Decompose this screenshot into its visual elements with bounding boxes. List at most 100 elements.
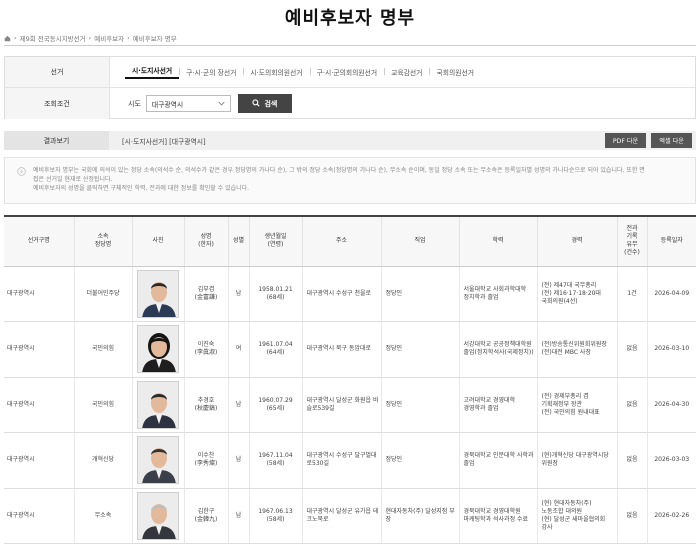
- table-row: 대구광역시 국민의힘 이진숙 (李眞淑) 여 1961.07.04 (64세) 대구광역시 북…: [4, 321, 696, 378]
- cell-address: 대구광역시 수성구 천을로: [301, 266, 381, 322]
- cell-education: 서강대학교 공공정책대학원 졸업(정치학석사(국제정치)): [458, 321, 537, 378]
- page-title: 예비후보자 명부: [284, 8, 416, 29]
- condition-label: 조회조건: [5, 88, 110, 119]
- chevron-down-icon: [218, 100, 225, 108]
- tab-superintendent[interactable]: 교육감선거: [384, 67, 429, 77]
- cell-gender: 남: [227, 377, 249, 433]
- search-icon: [252, 98, 261, 109]
- table-header-row: 선거구명 소속 정당명 사진 성명 (한자) 성별 생년월일 (연령) 주소 직업 학…: [4, 217, 696, 267]
- cell-reg-date: 2026-03-03: [646, 432, 696, 489]
- cell-address: 대구광역시 북구 동암대로: [301, 321, 381, 378]
- col-birth: 생년월일 (연령): [248, 217, 302, 267]
- cell-gender: 남: [227, 432, 249, 489]
- candidate-table: 선거구명 소속 정당명 사진 성명 (한자) 성별 생년월일 (연령) 주소 직업 학…: [4, 215, 696, 544]
- cell-job: 정당인: [380, 321, 459, 378]
- table-row: 대구광역시 무소속 김한구 (金韓九) 남 1967.06.13 (58세) 대구광역시 달성…: [4, 488, 696, 544]
- candidate-photo: [137, 325, 179, 374]
- cell-photo: [131, 432, 184, 489]
- cell-name[interactable]: 김부겸 (金富謙): [183, 266, 228, 322]
- candidate-photo: [137, 491, 179, 540]
- cell-party: 국민의힘: [73, 377, 132, 433]
- sido-label: 시도: [128, 99, 141, 108]
- candidate-photo: [137, 436, 179, 485]
- cell-district: 대구광역시: [4, 432, 74, 489]
- cell-job: 정당인: [380, 266, 459, 322]
- notice-text: 예비후보자의 성명을 클릭하면 구체적인 학력, 전과에 대한 정보를 확인할 …: [33, 185, 250, 192]
- col-party: 소속 정당명: [73, 217, 132, 267]
- candidate-name-link: 이수찬: [197, 452, 215, 460]
- cell-address: 대구광역시 수성구 달구벌대로530길: [301, 432, 381, 489]
- cell-criminal-record: 없음: [616, 377, 647, 433]
- candidate-name-link: 추경호: [197, 396, 215, 404]
- tab-sido-council[interactable]: 시·도의회의원선거: [243, 67, 309, 77]
- result-summary: [시·도지사선거] [대구광역시]: [122, 137, 206, 146]
- cell-education: 고려대학교 경영대학 경영학과 졸업: [458, 377, 537, 433]
- cell-reg-date: 2026-04-30: [646, 377, 696, 433]
- cell-party: 국민의힘: [73, 321, 132, 378]
- cell-photo: [131, 377, 184, 433]
- result-bar: 결과보기 [시·도지사선거] [대구광역시] PDF 다운 엑셀 다운: [4, 131, 696, 150]
- candidate-name-link: 김한구: [197, 507, 215, 515]
- notice-text: 접은 선거일 현재로 산정됩니다.: [33, 176, 113, 183]
- info-circle-icon: [17, 167, 26, 176]
- cell-criminal-record: 없음: [616, 488, 647, 544]
- sido-select[interactable]: 대구광역시: [145, 95, 231, 112]
- breadcrumb: › 제9회 전국동시지방선거 › 예비후보자 › 예비후보자 명부: [4, 33, 177, 43]
- cell-reg-date: 2026-02-26: [646, 488, 696, 544]
- cell-name[interactable]: 이수찬 (李秀燦): [183, 432, 228, 489]
- result-label: 결과보기: [4, 131, 109, 150]
- cell-gender: 여: [227, 321, 249, 378]
- table-row: 대구광역시 개혁신당 이수찬 (李秀燦) 남 1967.11.04 (58세) 대구광역시 수…: [4, 432, 696, 489]
- candidate-photo: [137, 269, 179, 318]
- notice-box: 예비후보자 명부는 국회에 의석이 있는 정당 소속(의석수 순, 의석수가 같…: [4, 157, 696, 204]
- cell-reg-date: 2026-03-10: [646, 321, 696, 378]
- election-tabs: 시·도지사선거 구·시·군의 장선거 시·도의회의원선거 구·시·군의회의원선거…: [125, 65, 481, 79]
- col-photo: 사진: [131, 217, 184, 267]
- cell-photo: [131, 266, 184, 322]
- cell-district: 대구광역시: [4, 488, 74, 544]
- tab-local-head[interactable]: 구·시·군의 장선거: [179, 67, 243, 77]
- cell-birth: 1958.01.21 (68세): [248, 266, 302, 322]
- cell-district: 대구광역시: [4, 321, 74, 378]
- cell-birth: 1967.06.13 (58세): [248, 488, 302, 544]
- cell-name[interactable]: 이진숙 (李眞淑): [183, 321, 228, 378]
- cell-job: 정당인: [380, 432, 459, 489]
- excel-download-button[interactable]: 엑셀 다운: [651, 133, 692, 148]
- pdf-download-button[interactable]: PDF 다운: [604, 133, 647, 148]
- col-address: 주소: [301, 217, 381, 267]
- cell-name[interactable]: 추경호 (秋慶鎬): [183, 377, 228, 433]
- tab-national-assembly[interactable]: 국회의원선거: [429, 67, 481, 77]
- col-criminal-record: 전과 기록 유무 (건수): [616, 217, 647, 267]
- cell-name[interactable]: 김한구 (金韓九): [183, 488, 228, 544]
- election-label: 선거: [5, 57, 110, 87]
- cell-career: (현)개혁신당 대구광역시당 위원장: [536, 432, 617, 489]
- table-row: 대구광역시 더불어민주당 김부겸 (金富謙) 남 1958.01.21 (68세) 대구광역시…: [4, 266, 696, 322]
- table-row: 대구광역시 국민의힘 추경호 (秋慶鎬) 남 1960.07.29 (65세) 대구광역시 달…: [4, 377, 696, 433]
- cell-district: 대구광역시: [4, 266, 74, 322]
- breadcrumb-item[interactable]: 예비후보자 명부: [133, 33, 177, 43]
- candidate-name-link: 이진숙: [197, 341, 215, 349]
- cell-education: 경북대학교 인문대학 사학과 졸업: [458, 432, 537, 489]
- cell-party: 무소속: [73, 488, 132, 544]
- home-icon[interactable]: [4, 35, 11, 42]
- tab-local-council[interactable]: 구·시·군의회의원선거: [309, 67, 385, 77]
- cell-gender: 남: [227, 488, 249, 544]
- breadcrumb-item[interactable]: 제9회 전국동시지방선거: [20, 33, 86, 43]
- col-gender: 성별: [227, 217, 249, 267]
- cell-career: (전)방송통신위원회위원장 (전)대전 MBC 사장: [536, 321, 617, 378]
- cell-birth: 1967.11.04 (58세): [248, 432, 302, 489]
- breadcrumb-item[interactable]: 예비후보자: [94, 33, 124, 43]
- notice-text: 예비후보자 명부는 국회에 의석이 있는 정당 소속(의석수 순, 의석수가 같…: [33, 167, 645, 174]
- cell-party: 더불어민주당: [73, 266, 132, 322]
- cell-job: 정당인: [380, 377, 459, 433]
- cell-birth: 1961.07.04 (64세): [248, 321, 302, 378]
- candidate-photo: [137, 380, 179, 429]
- tab-sido-governor[interactable]: 시·도지사선거: [125, 65, 180, 79]
- cell-photo: [131, 321, 184, 378]
- cell-criminal-record: 1건: [616, 266, 647, 322]
- search-button[interactable]: 검색: [237, 94, 292, 113]
- col-education: 학력: [458, 217, 537, 267]
- cell-gender: 남: [227, 266, 249, 322]
- cell-education: 서울대학교 사회과학대학 정치학과 졸업: [458, 266, 537, 322]
- search-button-label: 검색: [264, 99, 278, 108]
